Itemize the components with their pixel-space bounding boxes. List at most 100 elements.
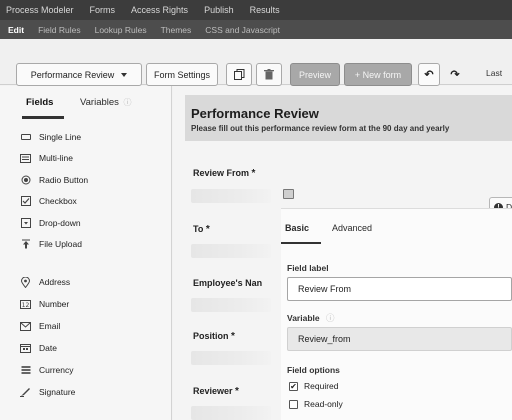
currency-icon — [20, 365, 31, 375]
form-select-dropdown[interactable]: Performance Review — [16, 63, 142, 86]
field-review-from-label[interactable]: Review From * — [193, 168, 255, 179]
new-form-label: + New form — [354, 69, 402, 80]
delete-button[interactable] — [256, 63, 282, 86]
signature-icon — [20, 387, 31, 397]
required-label: Required — [304, 381, 339, 391]
date-icon — [20, 343, 31, 353]
field-date[interactable]: Date — [20, 343, 57, 353]
subnav-lookup-rules[interactable]: Lookup Rules — [95, 25, 147, 35]
field-checkbox[interactable]: Checkbox — [20, 196, 77, 206]
field-label: Multi-line — [39, 153, 74, 163]
undo-icon: ↶ — [424, 69, 434, 81]
variable-heading-text: Variable — [287, 313, 320, 323]
required-marker: * — [205, 224, 210, 235]
new-form-button[interactable]: + New form — [344, 63, 412, 86]
variable-heading: Variable ⓘ — [287, 312, 335, 324]
field-signature[interactable]: Signature — [20, 387, 75, 397]
variable-input[interactable]: Review_from — [287, 327, 512, 351]
field-label: Radio Button — [39, 175, 89, 185]
single-line-icon — [20, 132, 31, 142]
undo-button[interactable]: ↶ — [418, 63, 440, 86]
required-marker: * — [251, 168, 256, 179]
variable-value: Review_from — [298, 334, 351, 344]
tab-variables-label: Variables — [80, 97, 119, 108]
calendar-icon[interactable] — [283, 189, 294, 199]
preview-button[interactable]: Preview — [290, 63, 340, 86]
read-only-label: Read-only — [304, 399, 343, 409]
number-icon: 12 — [20, 299, 31, 309]
tab-variables[interactable]: Variables ⓘ — [80, 97, 132, 108]
info-icon: ⓘ — [123, 98, 132, 107]
field-label-input[interactable]: Review From — [287, 277, 512, 301]
nav-forms[interactable]: Forms — [90, 5, 116, 15]
subnav-field-rules[interactable]: Field Rules — [38, 25, 81, 35]
position-input[interactable] — [191, 351, 271, 365]
form-canvas: Performance Review Please fill out this … — [173, 86, 512, 420]
top-nav: Process Modeler Forms Access Rights Publ… — [0, 0, 512, 20]
field-single-line[interactable]: Single Line — [20, 132, 81, 142]
field-label-heading: Field label — [287, 263, 329, 273]
redo-button[interactable]: ↷ — [444, 63, 466, 86]
field-label: Checkbox — [39, 196, 77, 206]
dropdown-icon — [20, 218, 31, 228]
field-label: Number — [39, 299, 70, 309]
svg-text:12: 12 — [22, 302, 30, 309]
copy-button[interactable] — [226, 63, 252, 86]
nav-publish[interactable]: Publish — [204, 5, 234, 15]
upload-icon — [20, 239, 31, 249]
subnav-edit[interactable]: Edit — [8, 25, 24, 35]
active-tab-indicator — [22, 116, 64, 119]
field-label-value: Review From — [298, 284, 352, 294]
field-employee-name-label[interactable]: Employee's Nan — [193, 278, 262, 289]
sub-nav: Edit Field Rules Lookup Rules Themes CSS… — [0, 20, 512, 39]
field-position-label[interactable]: Position * — [193, 331, 235, 342]
label-text: Review From — [193, 168, 250, 178]
subnav-css-js[interactable]: CSS and Javascript — [205, 25, 280, 35]
required-marker: * — [231, 331, 235, 342]
read-only-checkbox[interactable]: Read-only — [289, 399, 343, 409]
review-from-input[interactable] — [191, 189, 271, 203]
tab-advanced[interactable]: Advanced — [332, 223, 372, 233]
field-drop-down[interactable]: Drop-down — [20, 218, 81, 228]
reviewer-input[interactable] — [191, 406, 271, 420]
field-number[interactable]: 12 Number — [20, 299, 69, 309]
employee-name-input[interactable] — [191, 298, 271, 312]
nav-results[interactable]: Results — [250, 5, 280, 15]
field-label: Signature — [39, 387, 76, 397]
field-label: Address — [39, 277, 71, 287]
field-email[interactable]: Email — [20, 321, 60, 331]
tab-basic[interactable]: Basic — [285, 223, 309, 233]
field-file-upload[interactable]: File Upload — [20, 239, 82, 249]
field-address[interactable]: Address — [20, 276, 71, 288]
field-label: File Upload — [39, 239, 82, 249]
field-reviewer-label[interactable]: Reviewer * — [193, 386, 239, 397]
label-text: Employee's Nan — [193, 278, 263, 288]
field-multi-line[interactable]: Multi-line — [20, 153, 73, 163]
label-text: Reviewer — [193, 386, 233, 396]
subnav-themes[interactable]: Themes — [161, 25, 192, 35]
form-select-label: Performance Review — [30, 69, 115, 80]
form-settings-button[interactable]: Form Settings — [146, 63, 218, 86]
pin-icon — [20, 276, 31, 288]
to-input[interactable] — [191, 244, 271, 258]
field-to-label[interactable]: To * — [193, 224, 210, 235]
nav-process-modeler[interactable]: Process Modeler — [6, 5, 74, 15]
preview-label: Preview — [298, 69, 331, 80]
trash-icon — [264, 69, 274, 80]
field-label: Single Line — [39, 132, 82, 142]
copy-icon — [233, 69, 244, 80]
field-options-heading: Field options — [287, 365, 340, 375]
field-palette-sidebar: Fields Variables ⓘ Single Line Multi-lin… — [0, 86, 172, 420]
form-settings-label: Form Settings — [153, 69, 211, 80]
tab-fields[interactable]: Fields — [26, 97, 53, 108]
field-properties-panel: Basic Advanced Field label Review From V… — [281, 208, 512, 420]
required-checkbox[interactable]: ✔ Required — [289, 381, 339, 391]
field-currency[interactable]: Currency — [20, 365, 73, 375]
field-radio-button[interactable]: Radio Button — [20, 175, 88, 185]
redo-icon: ↷ — [450, 69, 460, 81]
radio-icon — [20, 175, 31, 185]
required-marker: * — [235, 386, 239, 397]
field-label: Date — [39, 343, 57, 353]
checkbox-icon — [20, 196, 31, 206]
nav-access-rights[interactable]: Access Rights — [131, 5, 188, 15]
